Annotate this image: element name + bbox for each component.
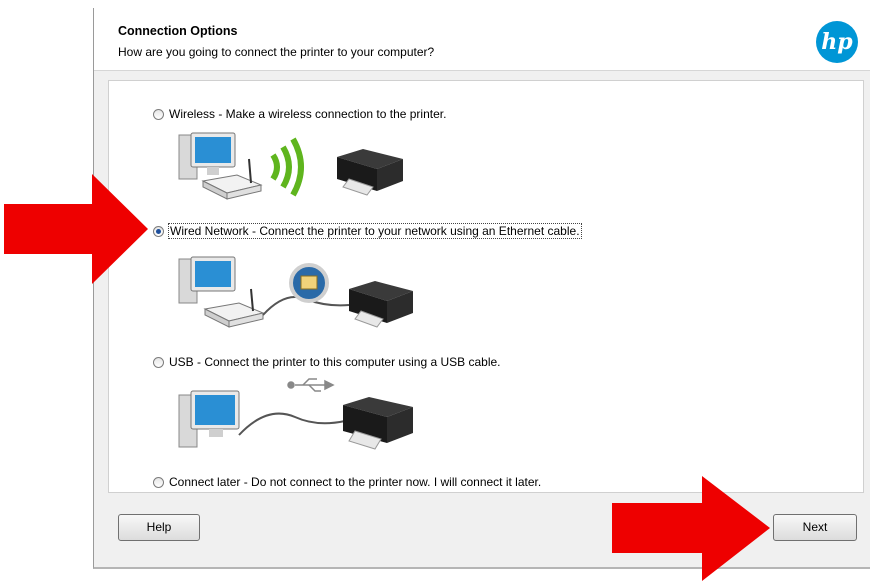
option-connect-later[interactable]: Connect later - Do not connect to the pr… [153,474,541,490]
annotation-arrow-right [612,476,770,581]
computer-icon [178,390,240,448]
printer-icon [343,397,413,450]
next-button[interactable]: Next [773,514,857,541]
usb-cable [238,412,346,436]
radio-wired-network[interactable] [153,225,164,237]
annotation-arrow-left [4,174,148,284]
option-wireless[interactable]: Wireless - Make a wireless connection to… [153,106,446,122]
printer-icon [349,281,413,328]
hp-logo: hp [816,21,858,63]
usb-symbol-icon [287,378,335,392]
usb-illustration [178,378,413,450]
wired-network-illustration [178,256,413,328]
printer-icon [337,149,403,196]
dialog-header: Connection Options How are you going to … [94,8,870,71]
wireless-illustration [178,132,403,200]
router-icon [203,288,265,328]
help-button[interactable]: Help [118,514,200,541]
radio-connect-later[interactable] [153,476,164,488]
option-connect-later-label[interactable]: Connect later - Do not connect to the pr… [169,475,541,489]
option-wireless-label[interactable]: Wireless - Make a wireless connection to… [169,107,446,121]
ethernet-port-icon [289,263,329,303]
computer-icon [178,132,236,180]
option-usb[interactable]: USB - Connect the printer to this comput… [153,354,501,370]
options-panel: Wireless - Make a wireless connection to… [108,80,864,493]
computer-icon [178,256,236,304]
option-wired-network[interactable]: Wired Network - Connect the printer to y… [153,223,582,239]
radio-usb[interactable] [153,356,164,368]
page-title: Connection Options [118,24,238,38]
option-usb-label[interactable]: USB - Connect the printer to this comput… [169,355,501,369]
radio-wireless[interactable] [153,108,164,120]
option-wired-network-label[interactable]: Wired Network - Connect the printer to y… [168,223,582,239]
wifi-signal-icon [270,137,304,197]
page-subtitle: How are you going to connect the printer… [118,45,435,59]
